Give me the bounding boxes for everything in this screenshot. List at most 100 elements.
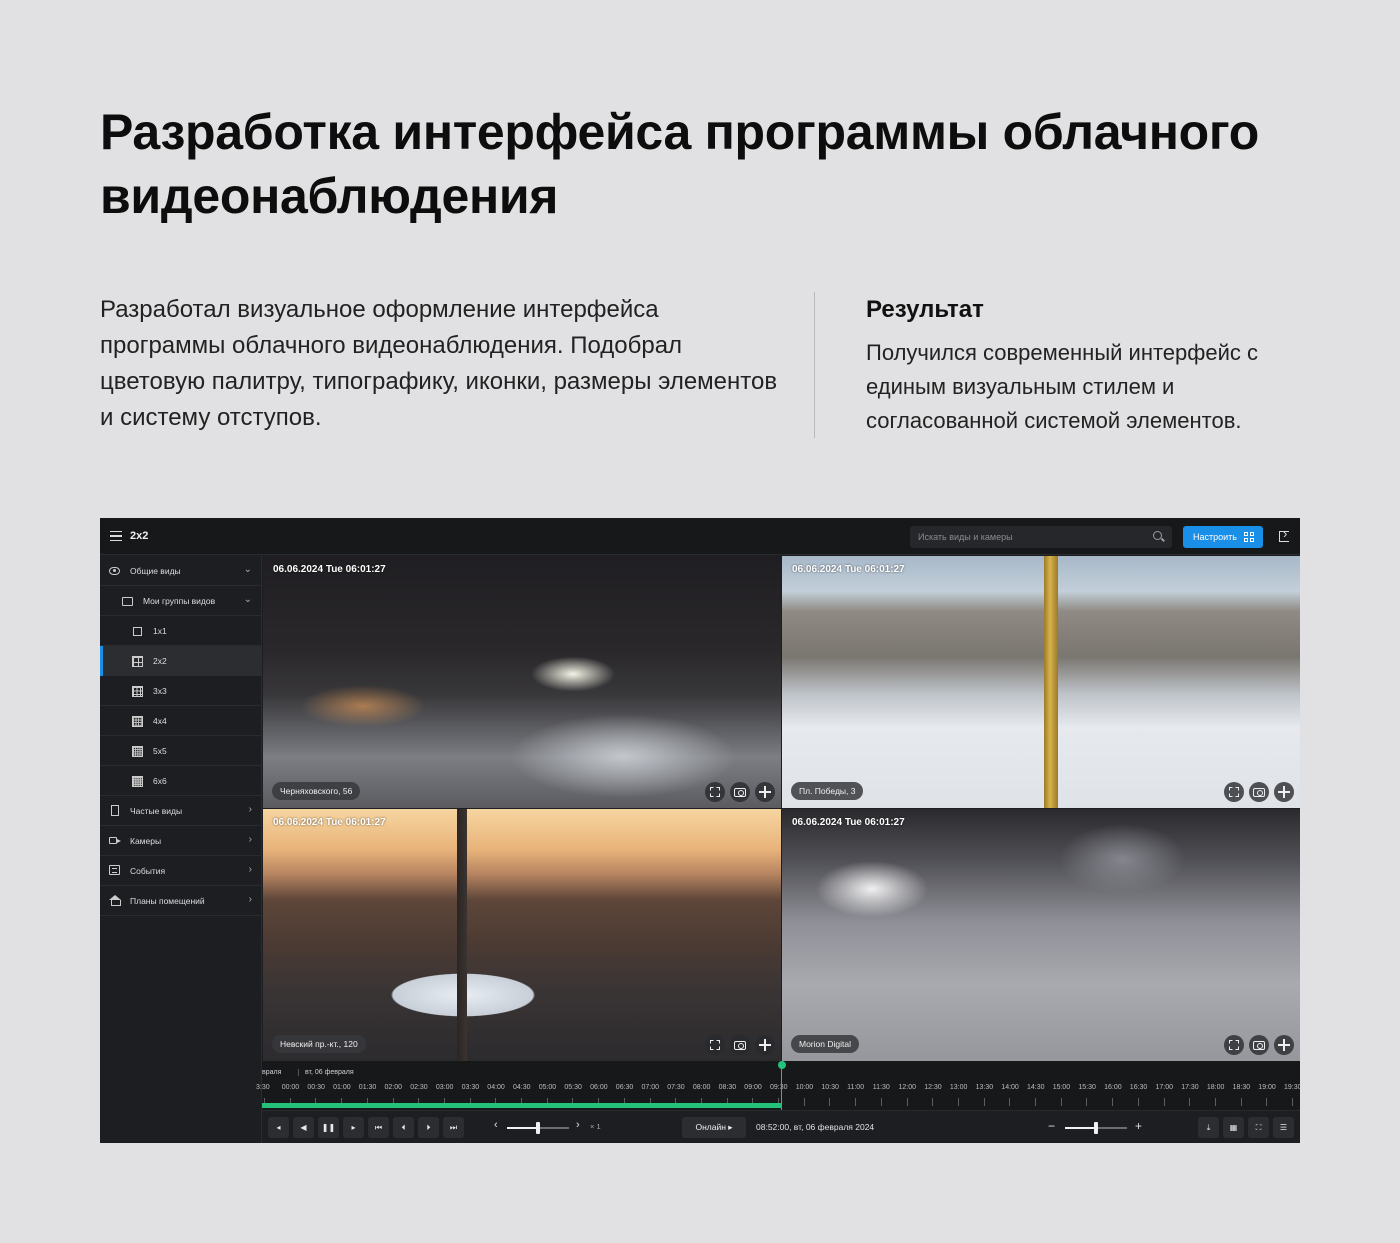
- chevron-right-icon: ›: [248, 894, 252, 905]
- sidebar-item-my-view-groups[interactable]: Мои группы видов ⌄: [100, 586, 262, 616]
- timeline-tick: [1009, 1098, 1011, 1106]
- folder-icon: [122, 597, 133, 606]
- camera-name-badge: Черняховского, 56: [272, 782, 361, 800]
- timeline-tick: [1035, 1098, 1036, 1106]
- calendar-icon: ▦: [1229, 1123, 1238, 1132]
- snapshot-button[interactable]: [1249, 782, 1269, 802]
- speed-slider[interactable]: [507, 1122, 569, 1134]
- sidebar-item-frequent-views[interactable]: Частые виды ›: [100, 796, 262, 826]
- sidebar-item-floor-plans[interactable]: Планы помещений ›: [100, 886, 262, 916]
- sidebar-item-layout-4x4[interactable]: 4x4: [100, 706, 262, 736]
- sidebar-item-layout-5x5[interactable]: 5x5: [100, 736, 262, 766]
- camera-snapshot-icon: [734, 1041, 746, 1050]
- timeline-tick-label: 14:30: [1027, 1084, 1045, 1091]
- play-reverse-button[interactable]: ◀: [293, 1117, 314, 1138]
- sidebar-item-common-views[interactable]: Общие виды ⌄: [100, 556, 262, 586]
- timeline-tick-label: 13:00: [949, 1084, 968, 1091]
- fullscreen-button[interactable]: [1224, 1035, 1244, 1055]
- sidebar-item-label: 4x4: [153, 716, 167, 726]
- sidebar-item-layout-3x3[interactable]: 3x3: [100, 676, 262, 706]
- sidebar-item-label: Частые виды: [130, 806, 183, 816]
- camera-name-badge: Невский пр.-кт., 120: [272, 1035, 366, 1053]
- speed-slider-thumb[interactable]: [536, 1122, 540, 1134]
- sidebar-item-layout-6x6[interactable]: 6x6: [100, 766, 262, 796]
- speed-decrease-button[interactable]: ‹: [494, 1119, 498, 1131]
- menu-icon[interactable]: [110, 531, 122, 541]
- speed-increase-button[interactable]: ›: [576, 1119, 580, 1131]
- search-icon[interactable]: [1153, 531, 1162, 540]
- ptz-move-icon: [759, 1039, 771, 1051]
- camera-snapshot-icon: [1253, 788, 1265, 797]
- skip-forward-button[interactable]: ⏭: [443, 1117, 464, 1138]
- fullscreen-button[interactable]: [705, 1035, 725, 1055]
- timeline[interactable]: враля вт, 06 февраля 3:30 00:00 00:30 01:00…: [256, 1061, 1300, 1110]
- zoom-slider[interactable]: [1065, 1122, 1127, 1134]
- fullscreen-button[interactable]: [705, 782, 725, 802]
- camera-tile[interactable]: 06.06.2024 Tue 06:01:27 Morion Digital: [782, 809, 1300, 1061]
- camera-tile[interactable]: 06.06.2024 Tue 06:01:27 Черняховского, 5…: [263, 556, 781, 808]
- logout-icon[interactable]: [1279, 526, 1289, 542]
- sidebar-item-label: 6x6: [153, 776, 167, 786]
- zoom-slider-thumb[interactable]: [1094, 1122, 1098, 1134]
- chevron-right-icon: ›: [248, 834, 252, 845]
- home-icon: [109, 895, 121, 906]
- timeline-tick: [1060, 1098, 1062, 1106]
- timeline-tick-label: 19:00: [1258, 1084, 1276, 1091]
- fullscreen-icon: [1229, 1040, 1239, 1050]
- sidebar-item-label: Планы помещений: [130, 896, 205, 906]
- camera-icon: [109, 837, 121, 844]
- camera-tile[interactable]: 06.06.2024 Tue 06:01:27 Невский пр.-кт.,…: [263, 809, 781, 1061]
- search-box[interactable]: [910, 526, 1172, 548]
- snapshot-button[interactable]: [730, 782, 750, 802]
- step-back-button[interactable]: ◂: [268, 1117, 289, 1138]
- calendar-button[interactable]: ▦: [1223, 1117, 1244, 1138]
- sidebar-item-cameras[interactable]: Камеры ›: [100, 826, 262, 856]
- camera-timestamp: 06.06.2024 Tue 06:01:27: [273, 817, 386, 828]
- timeline-tick-label: 05:00: [538, 1084, 557, 1091]
- grid-1x1-icon: [133, 627, 142, 636]
- zoom-out-button[interactable]: −: [1048, 1119, 1055, 1133]
- next-frame-button[interactable]: ⏵: [418, 1117, 439, 1138]
- timeline-tick-label: 02:00: [384, 1084, 403, 1091]
- current-datetime: 08:52:00, вт, 06 февраля 2024: [756, 1122, 875, 1132]
- camera-tile[interactable]: 06.06.2024 Tue 06:01:27 Пл. Победы, 3: [782, 556, 1300, 808]
- sidebar-item-label: Мои группы видов: [143, 596, 216, 606]
- ptz-button[interactable]: [755, 782, 775, 802]
- sidebar-item-layout-2x2[interactable]: 2x2: [100, 646, 262, 676]
- snapshot-button[interactable]: [1249, 1035, 1269, 1055]
- online-button[interactable]: Онлайн ▸: [682, 1117, 746, 1138]
- fullscreen-all-button[interactable]: ⛶: [1248, 1117, 1269, 1138]
- chevron-right-icon: ›: [248, 804, 252, 815]
- skip-back-button[interactable]: ⏮: [368, 1117, 389, 1138]
- fullscreen-button[interactable]: [1224, 782, 1244, 802]
- sidebar-item-label: 5x5: [153, 746, 167, 756]
- events-panel-button[interactable]: ☰: [1273, 1117, 1294, 1138]
- column-divider: [814, 292, 815, 438]
- pause-button[interactable]: ❚❚: [318, 1117, 339, 1138]
- sidebar-item-label: 3x3: [153, 686, 167, 696]
- timeline-tick-label: 05:30: [564, 1084, 582, 1091]
- ptz-button[interactable]: [1274, 782, 1294, 802]
- timeline-recorded-range: [262, 1103, 781, 1108]
- ptz-button[interactable]: [755, 1035, 775, 1055]
- ptz-button[interactable]: [1274, 1035, 1294, 1055]
- download-button[interactable]: ⤓: [1198, 1117, 1219, 1138]
- timeline-tick-label: 16:00: [1104, 1084, 1122, 1091]
- timeline-tick-label: 12:00: [898, 1084, 917, 1091]
- zoom-in-button[interactable]: +: [1135, 1119, 1142, 1133]
- setup-button[interactable]: Настроить: [1183, 526, 1263, 548]
- result-title: Результат: [866, 296, 984, 323]
- project-description: Разработал визуальное оформление интерфе…: [100, 296, 778, 431]
- prev-frame-button[interactable]: ⏴: [393, 1117, 414, 1138]
- timeline-tick-label: 17:30: [1181, 1084, 1199, 1091]
- fullscreen-icon: [710, 1040, 720, 1050]
- sidebar-item-events[interactable]: События ›: [100, 856, 262, 886]
- step-forward-button[interactable]: ▸: [343, 1117, 364, 1138]
- snapshot-button[interactable]: [730, 1035, 750, 1055]
- search-input[interactable]: [918, 530, 1138, 544]
- speed-slider-fill: [507, 1127, 538, 1129]
- sidebar-item-layout-1x1[interactable]: 1x1: [100, 616, 262, 646]
- timeline-tick-label: 01:30: [358, 1084, 377, 1091]
- ptz-move-icon: [759, 786, 771, 798]
- timeline-playhead[interactable]: [777, 1061, 786, 1110]
